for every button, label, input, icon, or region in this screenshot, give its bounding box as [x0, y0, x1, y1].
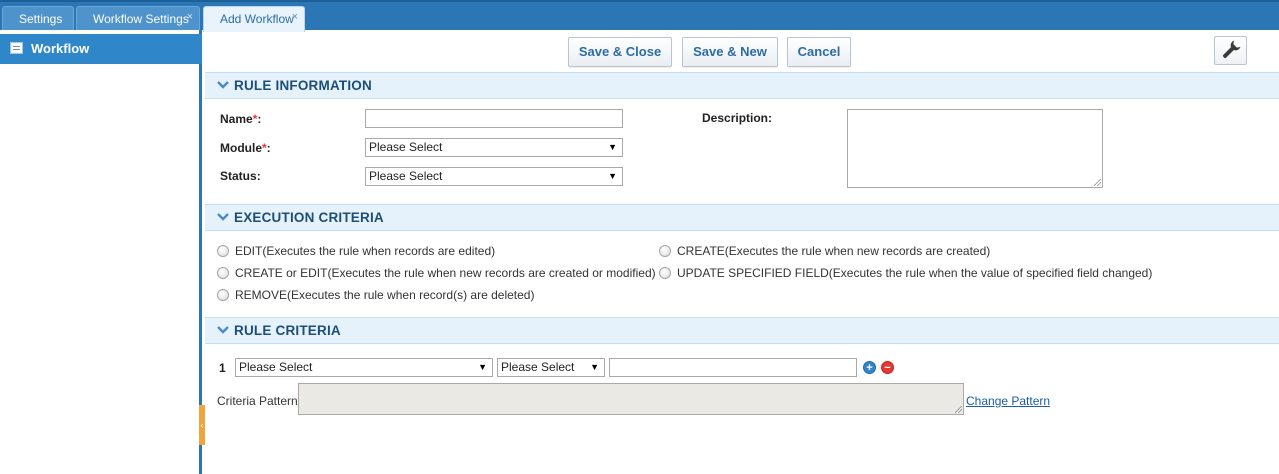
save-new-button[interactable]: Save & New — [682, 37, 778, 67]
wrench-icon — [1222, 40, 1241, 59]
dropdown-arrow-icon: ▼ — [478, 362, 487, 372]
status-select[interactable]: Please Select ▼ — [365, 167, 623, 186]
description-field[interactable] — [847, 109, 1103, 188]
chevron-down-icon[interactable] — [216, 210, 230, 224]
radio-option-remove[interactable]: REMOVE(Executes the rule when record(s) … — [217, 288, 534, 302]
radio-option-edit[interactable]: EDIT(Executes the rule when records are … — [217, 244, 495, 258]
criteria-row-number: 1 — [219, 361, 226, 375]
dropdown-arrow-icon: ▼ — [608, 142, 617, 152]
settings-button[interactable] — [1214, 36, 1247, 65]
resize-grip-icon[interactable] — [1094, 179, 1101, 186]
sidebar-item-workflow[interactable]: Workflow — [0, 34, 202, 64]
cancel-button[interactable]: Cancel — [787, 37, 851, 67]
minus-icon: − — [884, 362, 891, 374]
section-title: EXECUTION CRITERIA — [234, 210, 384, 225]
chevron-down-icon[interactable] — [216, 78, 230, 92]
main-panel: Save & Close Save & New Cancel RULE INFO… — [205, 30, 1279, 474]
chevron-down-icon[interactable] — [216, 323, 230, 337]
description-label: Description: — [702, 111, 773, 125]
save-close-button[interactable]: Save & Close — [568, 37, 672, 67]
name-label: Name*: — [220, 112, 262, 126]
add-criteria-button[interactable]: + — [863, 361, 876, 374]
criteria-field-select[interactable]: Please Select ▼ — [235, 358, 493, 377]
sidebar-item-label: Workflow — [31, 41, 90, 56]
radio-option-create[interactable]: CREATE(Executes the rule when new record… — [659, 244, 990, 258]
status-label: Status: — [220, 169, 261, 183]
criteria-pattern-field[interactable] — [298, 383, 964, 415]
radio-option-create-or-edit[interactable]: CREATE or EDIT(Executes the rule when ne… — [217, 266, 656, 280]
radio-label: UPDATE SPECIFIED FIELD(Executes the rule… — [677, 266, 1153, 280]
close-icon[interactable]: × — [187, 5, 193, 29]
radio-button[interactable] — [659, 267, 671, 279]
criteria-operator-select[interactable]: Please Select ▼ — [497, 358, 605, 377]
radio-button[interactable] — [217, 245, 229, 257]
section-title: RULE INFORMATION — [234, 78, 372, 93]
list-icon — [10, 42, 23, 54]
criteria-value-field[interactable] — [609, 358, 857, 377]
section-title: RULE CRITERIA — [234, 323, 341, 338]
tab-label: Add Workflow — [220, 12, 294, 26]
tab-label: Workflow Settings — [93, 12, 189, 26]
tab-bar: Settings Workflow Settings × Add Workflo… — [0, 0, 1279, 32]
remove-criteria-button[interactable]: − — [881, 361, 894, 374]
resize-grip-icon[interactable] — [955, 406, 962, 413]
radio-option-update-specified-field[interactable]: UPDATE SPECIFIED FIELD(Executes the rule… — [659, 266, 1152, 280]
dropdown-arrow-icon: ▼ — [590, 362, 599, 372]
radio-label: CREATE or EDIT(Executes the rule when ne… — [235, 266, 656, 280]
tab-settings[interactable]: Settings — [2, 6, 74, 32]
toolbar: Save & Close Save & New Cancel — [205, 30, 1279, 72]
sidebar: Workflow — [0, 30, 202, 474]
tab-add-workflow[interactable]: Add Workflow × — [203, 6, 305, 32]
radio-button[interactable] — [659, 245, 671, 257]
radio-label: CREATE(Executes the rule when new record… — [677, 244, 991, 258]
radio-button[interactable] — [217, 267, 229, 279]
execution-criteria-header: EXECUTION CRITERIA — [205, 204, 1279, 231]
rule-criteria-header: RULE CRITERIA — [205, 317, 1279, 344]
tab-workflow-settings[interactable]: Workflow Settings × — [76, 6, 200, 32]
module-label: Module*: — [220, 141, 271, 155]
name-field[interactable] — [365, 109, 623, 128]
radio-label: EDIT(Executes the rule when records are … — [235, 244, 496, 258]
module-select[interactable]: Please Select ▼ — [365, 138, 623, 157]
close-icon[interactable]: × — [292, 5, 298, 29]
change-pattern-link[interactable]: Change Pattern — [966, 394, 1050, 408]
criteria-pattern-label: Criteria Pattern — [217, 394, 298, 408]
tab-label: Settings — [19, 12, 63, 26]
radio-button[interactable] — [217, 289, 229, 301]
rule-information-header: RULE INFORMATION — [205, 72, 1279, 99]
dropdown-arrow-icon: ▼ — [608, 171, 617, 181]
radio-label: REMOVE(Executes the rule when record(s) … — [235, 288, 535, 302]
plus-icon: + — [866, 362, 873, 374]
